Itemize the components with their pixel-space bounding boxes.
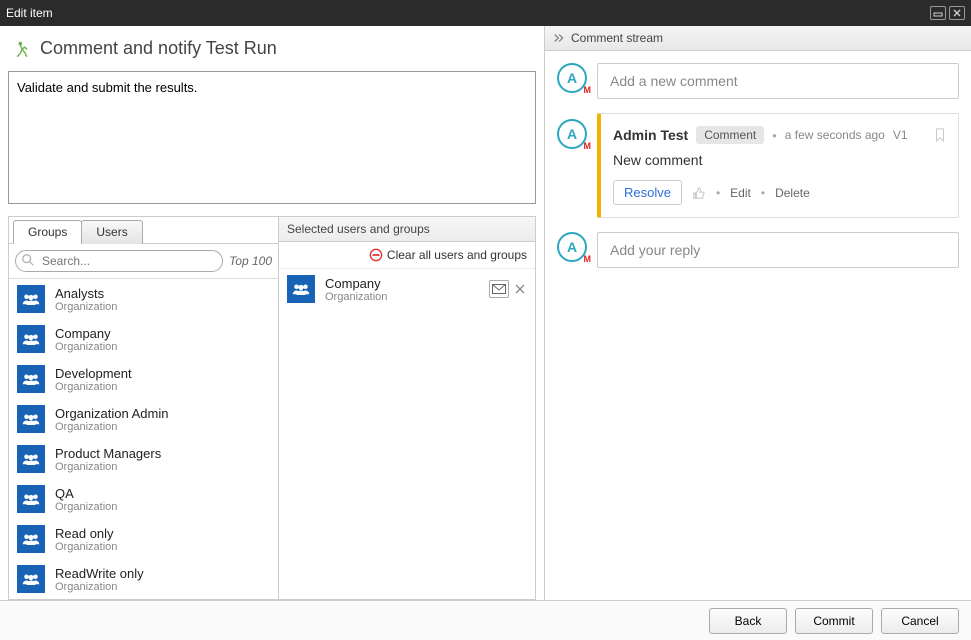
group-name: Development (55, 366, 132, 381)
tab-groups[interactable]: Groups (13, 220, 82, 244)
cancel-button[interactable]: Cancel (881, 608, 959, 634)
group-item[interactable]: QAOrganization (9, 479, 278, 519)
group-type: Organization (55, 461, 161, 473)
description-textarea[interactable] (8, 71, 536, 204)
groups-list[interactable]: AnalystsOrganizationCompanyOrganizationD… (9, 279, 278, 599)
comment-card: Admin Test Comment • a few seconds ago V… (597, 113, 959, 218)
new-comment-input[interactable]: Add a new comment (597, 63, 959, 99)
avatar: AM (557, 232, 587, 262)
group-icon (17, 525, 45, 553)
group-item[interactable]: ReadWrite onlyOrganization (9, 559, 278, 599)
comment-author: Admin Test (613, 127, 688, 143)
avatar: AM (557, 63, 587, 93)
selected-type: Organization (325, 291, 387, 303)
search-input[interactable] (15, 250, 223, 272)
window-buttons (930, 6, 965, 20)
group-icon (17, 325, 45, 353)
group-item[interactable]: DevelopmentOrganization (9, 359, 278, 399)
group-type: Organization (55, 541, 117, 553)
comment-time: a few seconds ago (785, 128, 885, 142)
group-icon (17, 285, 45, 313)
group-type: Organization (55, 581, 144, 593)
top-count-label: Top 100 (229, 254, 272, 268)
group-icon (17, 445, 45, 473)
commit-button[interactable]: Commit (795, 608, 873, 634)
comment-type-badge: Comment (696, 126, 764, 144)
group-type: Organization (55, 341, 117, 353)
chevron-right-icon[interactable] (553, 32, 567, 44)
group-icon (17, 405, 45, 433)
clear-all-label: Clear all users and groups (387, 248, 527, 262)
delete-link[interactable]: Delete (775, 186, 810, 200)
group-type: Organization (55, 501, 117, 513)
clear-all-row[interactable]: Clear all users and groups (279, 242, 535, 269)
group-icon (287, 275, 315, 303)
close-button[interactable] (949, 6, 965, 20)
tab-users[interactable]: Users (81, 220, 142, 244)
group-item[interactable]: CompanyOrganization (9, 319, 278, 359)
user-group-picker: Groups Users Top 100 AnalystsOrganizatio… (8, 216, 536, 600)
comment-body: New comment (613, 152, 946, 168)
titlebar: Edit item (0, 0, 971, 26)
remove-icon[interactable] (513, 280, 527, 298)
selected-item: CompanyOrganization (279, 269, 535, 309)
edit-link[interactable]: Edit (730, 186, 751, 200)
back-button[interactable]: Back (709, 608, 787, 634)
group-icon (17, 365, 45, 393)
group-name: Product Managers (55, 446, 161, 461)
minimize-button[interactable] (930, 6, 946, 20)
comment-version: V1 (893, 128, 908, 142)
comment-stream-header: Comment stream (545, 26, 971, 51)
stream-title: Comment stream (571, 31, 663, 45)
group-item[interactable]: Read onlyOrganization (9, 519, 278, 559)
right-panel: Comment stream AM Add a new comment AM A… (545, 26, 971, 600)
group-name: Organization Admin (55, 406, 168, 421)
group-name: QA (55, 486, 117, 501)
group-type: Organization (55, 381, 132, 393)
resolve-button[interactable]: Resolve (613, 180, 682, 205)
group-name: Company (55, 326, 117, 341)
group-item[interactable]: Product ManagersOrganization (9, 439, 278, 479)
bookmark-icon[interactable] (934, 128, 946, 142)
avatar: AM (557, 119, 587, 149)
group-name: Analysts (55, 286, 117, 301)
window-title: Edit item (6, 6, 53, 20)
search-icon (21, 253, 35, 267)
group-item[interactable]: AnalystsOrganization (9, 279, 278, 319)
selected-list: CompanyOrganization (279, 269, 535, 599)
like-icon[interactable] (692, 186, 706, 200)
page-title: Comment and notify Test Run (40, 38, 277, 59)
reply-input[interactable]: Add your reply (597, 232, 959, 268)
group-item[interactable]: Organization AdminOrganization (9, 399, 278, 439)
dialog-footer: Back Commit Cancel (0, 600, 971, 640)
group-type: Organization (55, 421, 168, 433)
selected-name: Company (325, 276, 387, 291)
selected-header: Selected users and groups (279, 217, 535, 242)
group-icon (17, 485, 45, 513)
mail-icon[interactable] (489, 280, 509, 298)
clear-icon (369, 248, 383, 262)
group-icon (17, 565, 45, 593)
run-icon (14, 40, 32, 58)
group-name: ReadWrite only (55, 566, 144, 581)
group-type: Organization (55, 301, 117, 313)
group-name: Read only (55, 526, 117, 541)
left-panel: Comment and notify Test Run Groups Users… (0, 26, 545, 600)
